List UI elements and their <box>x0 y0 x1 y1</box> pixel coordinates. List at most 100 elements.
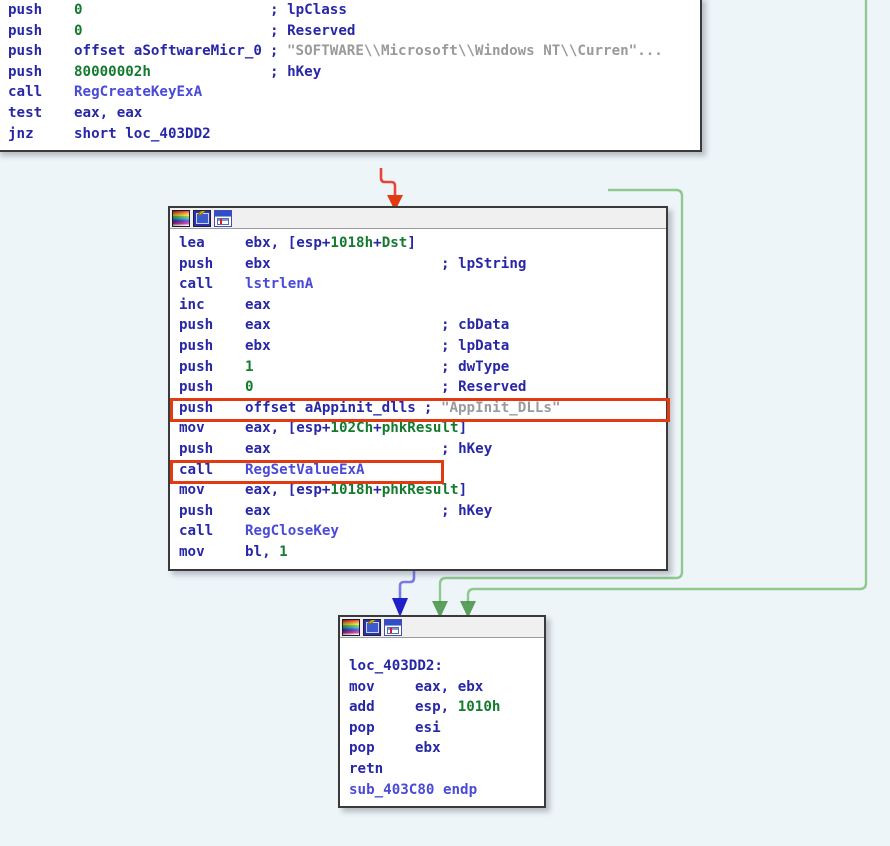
mnemonic: push <box>8 22 43 39</box>
edit-icon[interactable] <box>193 210 211 227</box>
operands: bl, 1 <box>245 543 288 560</box>
api-name[interactable]: RegSetValueExA <box>245 462 365 478</box>
comment: ; Reserved <box>441 379 527 396</box>
immediate-value: 1010h <box>457 699 501 716</box>
mnemonic: mov <box>179 543 205 560</box>
comment: ; lpData <box>441 337 510 354</box>
instruction-row-highlighted[interactable]: push offset aAppinit_dlls ; "AppInit_DLL… <box>170 398 666 419</box>
api-name[interactable]: lstrlenA <box>245 276 313 292</box>
operands: offset aSoftwareMicr_0 <box>74 43 262 60</box>
comment: ; "AppInit_DLLs" <box>416 398 561 419</box>
instruction-row[interactable]: push 0 ; lpClass <box>0 0 700 21</box>
basic-block-epilogue[interactable]: loc_403DD2: mov eax, ebx add esp, 1010h … <box>338 615 546 809</box>
operands: eax <box>245 296 271 313</box>
instruction-row[interactable]: mov eax, [esp+1018h+phkResult] <box>170 480 666 501</box>
comment-marker: ; <box>423 399 441 416</box>
instruction-row[interactable]: push eax ; hKey <box>170 501 666 522</box>
function-end-label: sub_403C80 endp <box>349 781 478 798</box>
comment: ; cbData <box>441 317 510 334</box>
comment: ; hKey <box>441 440 493 457</box>
mnemonic: mov <box>179 420 205 437</box>
instruction-row[interactable]: pop ebx <box>340 738 544 759</box>
operands: eax <box>245 317 271 334</box>
instruction-row[interactable]: retn <box>340 759 544 780</box>
mnemonic: push <box>179 317 214 334</box>
instruction-row[interactable]: push offset aSoftwareMicr_0 ; "SOFTWARE\… <box>0 41 700 62</box>
operands: RegCreateKeyExA <box>74 82 270 103</box>
instruction-row[interactable]: push 80000002h ; hKey <box>0 62 700 83</box>
operands: eax <box>245 502 271 519</box>
instruction-row[interactable]: call lstrlenA <box>170 274 666 295</box>
operands: eax, eax <box>74 104 143 121</box>
operands[interactable]: short loc_403DD2 <box>74 124 270 145</box>
instruction-row[interactable]: test eax, eax <box>0 103 700 124</box>
operands: esp, 1010h <box>415 699 501 716</box>
mnemonic: push <box>179 379 214 396</box>
block-titlebar[interactable] <box>170 208 666 229</box>
instruction-row[interactable]: call RegCloseKey <box>170 521 666 542</box>
mnemonic: call <box>179 461 214 478</box>
instruction-row[interactable]: push eax ; cbData <box>170 315 666 336</box>
comment: ; Reserved <box>270 22 356 39</box>
comment-marker: ; <box>269 43 288 60</box>
instruction-row[interactable]: mov bl, 1 <box>170 542 666 563</box>
mnemonic: add <box>349 699 375 716</box>
instruction-row[interactable]: push ebx ; lpString <box>170 254 666 275</box>
mnemonic: push <box>8 2 43 18</box>
graph-canvas[interactable]: push 0 ; lpClass push 0 ; Reserved push … <box>0 0 890 846</box>
instruction-row[interactable]: push 1 ; dwType <box>170 357 666 378</box>
operands: 80000002h <box>74 63 151 80</box>
operands: 0 <box>74 2 83 18</box>
edit-icon[interactable] <box>363 619 381 636</box>
mnemonic: jnz <box>8 125 34 142</box>
palette-icon[interactable] <box>172 210 190 227</box>
basic-block-regsetvalueexa[interactable]: lea ebx, [esp+1018h+Dst] push ebx ; lpSt… <box>168 206 668 571</box>
graph-icon[interactable] <box>214 210 232 227</box>
graph-icon[interactable] <box>384 619 402 636</box>
operands: ebx <box>245 337 271 354</box>
instruction-row[interactable]: push eax ; hKey <box>170 439 666 460</box>
basic-block-regcreatekeyexa[interactable]: push 0 ; lpClass push 0 ; Reserved push … <box>0 0 702 153</box>
mnemonic: mov <box>349 678 375 695</box>
operands: eax, [esp+1018h+phkResult] <box>245 482 468 499</box>
block-body: push 0 ; lpClass push 0 ; Reserved push … <box>0 0 700 150</box>
mnemonic: push <box>8 63 43 80</box>
instruction-row[interactable]: inc eax <box>170 295 666 316</box>
mnemonic: push <box>179 399 214 416</box>
instruction-row[interactable]: push 0 ; Reserved <box>0 21 700 42</box>
operands: RegCloseKey <box>245 521 441 542</box>
operands: eax, ebx <box>415 678 484 695</box>
instruction-row[interactable]: push 0 ; Reserved <box>170 377 666 398</box>
comment: ; hKey <box>270 63 322 80</box>
palette-icon[interactable] <box>342 619 360 636</box>
operands: lstrlenA <box>245 274 441 295</box>
instruction-row-highlighted[interactable]: call RegSetValueExA <box>170 460 666 481</box>
mnemonic: push <box>179 255 214 272</box>
block-titlebar[interactable] <box>340 617 544 638</box>
mnemonic: push <box>8 43 43 60</box>
instruction-row[interactable]: jnz short loc_403DD2 <box>0 124 700 145</box>
block-body: loc_403DD2: mov eax, ebx add esp, 1010h … <box>340 638 544 806</box>
string-literal: "SOFTWARE\\Microsoft\\Windows NT\\Curren… <box>287 43 663 60</box>
mnemonic: call <box>179 276 214 293</box>
operands: ebx <box>245 255 271 272</box>
instruction-row[interactable]: mov eax, [esp+102Ch+phkResult] <box>170 418 666 439</box>
comment: ; lpString <box>441 255 527 272</box>
mnemonic: inc <box>179 296 205 313</box>
block-label[interactable]: loc_403DD2: <box>340 656 544 677</box>
block-footer[interactable]: sub_403C80 endp <box>340 780 544 801</box>
instruction-row[interactable]: call RegCreateKeyExA <box>0 82 700 103</box>
instruction-row[interactable]: pop esi <box>340 718 544 739</box>
operands: 0 <box>245 379 254 396</box>
operands: 1 <box>245 358 254 375</box>
comment: ; lpClass <box>270 2 347 18</box>
instruction-row[interactable]: push ebx ; lpData <box>170 336 666 357</box>
api-name[interactable]: RegCreateKeyExA <box>74 84 202 100</box>
instruction-row[interactable]: lea ebx, [esp+1018h+Dst] <box>170 233 666 254</box>
operands: 0 <box>74 22 83 39</box>
instruction-row[interactable]: add esp, 1010h <box>340 697 544 718</box>
string-literal: "AppInit_DLLs" <box>440 399 561 416</box>
api-name[interactable]: RegCloseKey <box>245 523 339 539</box>
instruction-row[interactable]: mov eax, ebx <box>340 677 544 698</box>
mnemonic: lea <box>179 235 205 251</box>
